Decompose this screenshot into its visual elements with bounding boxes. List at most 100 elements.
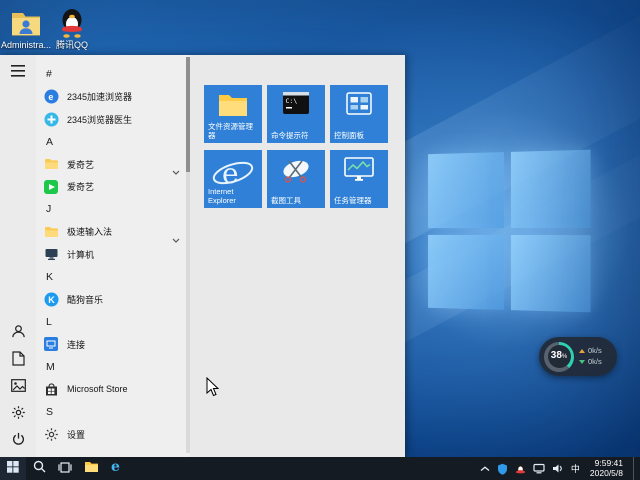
folder-item-jisu-ime[interactable]: 极速输入法 — [36, 221, 190, 244]
2345-browser-icon: e — [43, 89, 59, 105]
tile-task-manager[interactable]: 任务管理器 — [330, 150, 388, 208]
tile-label: 任务管理器 — [334, 196, 372, 205]
start-windows-icon — [7, 460, 19, 478]
kugou-icon: K — [43, 291, 59, 307]
section-header-s[interactable]: S — [36, 401, 190, 424]
tile-grid: 文件资源管理器 C:\ 命令提示符 控制面板 e Internet Explor… — [204, 85, 405, 208]
folder-label: 爱奇艺 — [67, 159, 95, 170]
download-arrow-icon — [579, 360, 585, 364]
user-account-button[interactable] — [0, 320, 36, 347]
tile-label: 控制面板 — [334, 131, 364, 140]
windows-logo-pane — [428, 234, 504, 310]
tile-label: Internet Explorer — [208, 187, 236, 205]
app-item-kugou[interactable]: K 酷狗音乐 — [36, 288, 190, 311]
app-label: 爱奇艺 — [67, 182, 95, 193]
section-letter: M — [46, 360, 55, 373]
search-icon — [33, 460, 46, 478]
file-explorer-taskbar-button[interactable] — [78, 457, 104, 480]
tile-internet-explorer[interactable]: e Internet Explorer — [204, 150, 262, 208]
tile-control-panel[interactable]: 控制面板 — [330, 85, 388, 143]
svg-text:K: K — [48, 295, 55, 305]
network-icon[interactable] — [533, 457, 545, 480]
power-icon — [11, 432, 26, 452]
app-item-computer[interactable]: 计算机 — [36, 243, 190, 266]
download-speed-value: 0k/s — [588, 357, 602, 366]
clock-date: 2020/5/8 — [589, 467, 623, 478]
tile-file-explorer[interactable]: 文件资源管理器 — [204, 85, 262, 143]
task-view-button[interactable] — [52, 457, 78, 480]
hamburger-icon — [11, 64, 25, 82]
section-header-a[interactable]: A — [36, 131, 190, 154]
section-header-j[interactable]: J — [36, 198, 190, 221]
section-header-hash[interactable]: # — [36, 63, 190, 86]
settings-gear-icon — [43, 426, 59, 442]
upload-speed-value: 0k/s — [588, 346, 602, 355]
pictures-button[interactable] — [0, 374, 36, 401]
desktop-icon-administrator[interactable]: Administra... — [0, 7, 52, 50]
app-item-connect[interactable]: 连接 — [36, 333, 190, 356]
security-shield-icon[interactable] — [497, 457, 508, 480]
tile-label: 截图工具 — [271, 196, 301, 205]
edge-taskbar-button[interactable]: e — [104, 457, 130, 480]
section-letter: K — [46, 270, 54, 283]
edge-icon: e — [110, 458, 125, 479]
tile-snipping-tool[interactable]: 截图工具 — [267, 150, 325, 208]
power-button[interactable] — [0, 428, 36, 455]
show-desktop-button[interactable] — [633, 457, 637, 480]
desktop-icon-qq[interactable]: 腾讯QQ — [46, 7, 98, 50]
task-view-icon — [58, 460, 72, 478]
speed-readouts: 0k/s 0k/s — [579, 347, 602, 366]
folder-label: 极速输入法 — [67, 227, 113, 238]
documents-button[interactable] — [0, 347, 36, 374]
app-label: 2345加速浏览器 — [67, 92, 133, 103]
folder-item-iqiyi[interactable]: 爱奇艺 — [36, 153, 190, 176]
app-item-iqiyi[interactable]: 爱奇艺 — [36, 176, 190, 199]
gauge-value: 38 % — [547, 345, 571, 368]
app-label: 设置 — [67, 429, 86, 440]
system-tray: 中 9:59:41 2020/5/8 — [480, 457, 640, 480]
desktop-icon-label: Administra... — [0, 40, 51, 50]
qq-tray-icon[interactable] — [515, 457, 526, 480]
tile-label: 命令提示符 — [271, 131, 309, 140]
section-header-m[interactable]: M — [36, 356, 190, 379]
section-header-l[interactable]: L — [36, 311, 190, 334]
snipping-tool-icon — [267, 157, 325, 184]
app-item-settings[interactable]: 设置 — [36, 423, 190, 446]
windows-logo-pane — [428, 152, 504, 228]
svg-text:e: e — [48, 92, 53, 102]
ime-indicator[interactable]: 中 — [571, 457, 580, 480]
upload-speed: 0k/s — [579, 347, 602, 355]
tile-command-prompt[interactable]: C:\ 命令提示符 — [267, 85, 325, 143]
user-icon — [11, 324, 26, 344]
search-button[interactable] — [26, 457, 52, 480]
2345-doctor-icon — [43, 111, 59, 127]
section-letter: J — [46, 203, 52, 216]
download-speed: 0k/s — [579, 358, 602, 366]
connect-icon — [43, 336, 59, 352]
svg-text:e: e — [111, 459, 120, 474]
command-prompt-icon: C:\ — [267, 92, 325, 114]
start-menu-tile-area: 文件资源管理器 C:\ 命令提示符 控制面板 e Internet Explor… — [190, 55, 405, 457]
gauge-percent-unit: % — [561, 354, 568, 360]
section-letter: L — [46, 315, 52, 328]
start-button[interactable] — [0, 457, 26, 480]
app-item-2345-doctor[interactable]: 2345浏览器医生 — [36, 108, 190, 131]
start-menu-rail — [0, 55, 36, 457]
expand-menu-button[interactable] — [0, 59, 36, 86]
qq-icon — [56, 7, 88, 39]
computer-icon — [43, 246, 59, 262]
section-letter: S — [46, 405, 54, 418]
volume-icon[interactable] — [552, 457, 564, 480]
control-panel-icon — [330, 92, 388, 115]
taskbar-clock[interactable]: 9:59:41 2020/5/8 — [587, 458, 626, 478]
network-speed-widget[interactable]: 38 % 0k/s 0k/s — [539, 337, 617, 376]
taskbar: e 中 9:59:41 2020/5/8 — [0, 457, 640, 480]
app-item-microsoft-store[interactable]: Microsoft Store — [36, 378, 190, 401]
app-item-2345-browser[interactable]: e 2345加速浏览器 — [36, 86, 190, 109]
file-explorer-icon — [84, 460, 99, 478]
section-header-k[interactable]: K — [36, 266, 190, 289]
app-label: 计算机 — [67, 249, 95, 260]
settings-button[interactable] — [0, 401, 36, 428]
hidden-icons-chevron-icon[interactable] — [480, 457, 490, 480]
folder-icon — [43, 224, 59, 240]
